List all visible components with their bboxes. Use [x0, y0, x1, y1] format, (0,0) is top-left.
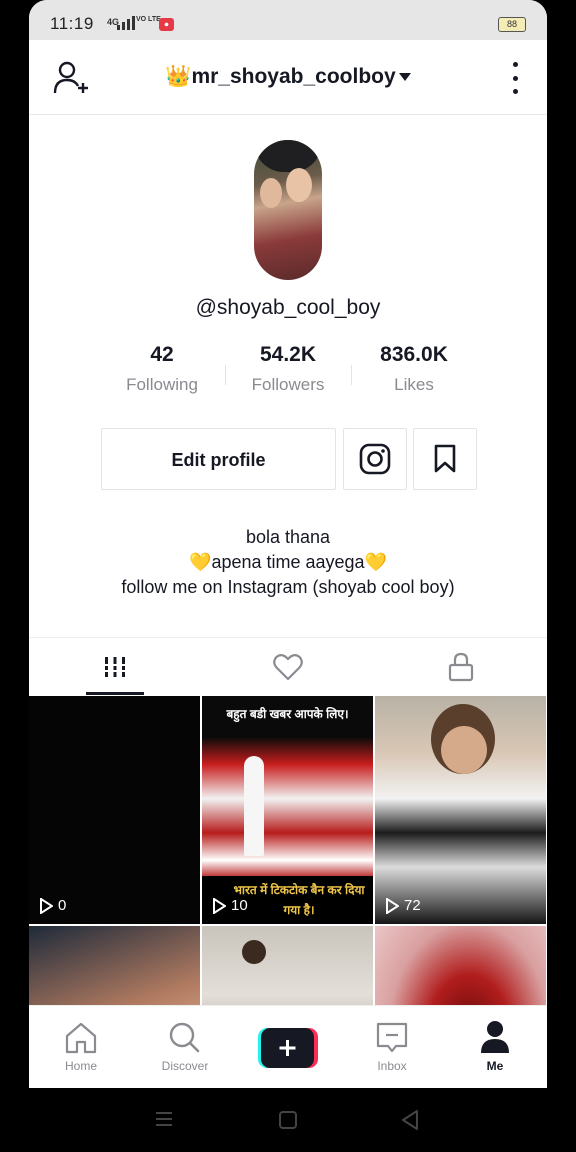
- stat-label: Followers: [251, 375, 325, 394]
- status-time: 11:19: [50, 14, 94, 33]
- nav-discover[interactable]: Discover: [133, 1006, 237, 1088]
- username-switcher[interactable]: 👑mr_shoyab_coolboy: [29, 65, 547, 89]
- nav-label: Me: [486, 1059, 504, 1073]
- inbox-icon: [376, 1022, 408, 1053]
- create-button[interactable]: [258, 1028, 318, 1068]
- profile-header: 👑mr_shoyab_coolboy: [29, 40, 547, 115]
- stat-followers[interactable]: 54.2K Followers: [225, 343, 351, 395]
- video-grid: 0 बहुत बडी खबर आपके लिए। भारत में टिकटोक…: [29, 696, 547, 1006]
- volte-label: VO LTE: [136, 16, 161, 23]
- video-thumbnail[interactable]: [29, 926, 200, 1006]
- heart-emoji: 💛: [189, 552, 212, 572]
- play-icon: [386, 897, 399, 914]
- play-icon: [40, 897, 53, 914]
- bookmark-icon: [434, 444, 456, 473]
- play-icon: [213, 897, 226, 914]
- heart-outline-icon: [273, 654, 303, 681]
- grid-icon: [105, 657, 125, 677]
- video-thumbnail[interactable]: बहुत बडी खबर आपके लिए। भारत में टिकटोक ब…: [202, 696, 373, 924]
- instagram-button[interactable]: [343, 428, 407, 490]
- avatar[interactable]: [254, 140, 322, 280]
- back-icon[interactable]: [400, 1109, 420, 1131]
- bio-line: bola thana: [245, 527, 331, 547]
- instagram-icon: [359, 443, 391, 475]
- stat-label: Following: [126, 375, 198, 394]
- video-thumbnail[interactable]: [202, 926, 373, 1006]
- active-tab-indicator: [86, 692, 144, 695]
- stat-label: Likes: [394, 375, 434, 394]
- caret-down-icon: [398, 73, 411, 82]
- thumbnail-caption: बहुत बडी खबर आपके लिए।: [226, 707, 349, 721]
- square-home-icon[interactable]: [278, 1110, 298, 1130]
- video-thumbnail[interactable]: 72: [375, 696, 546, 924]
- tab-liked[interactable]: [202, 638, 374, 696]
- view-count-value: 72: [404, 897, 421, 914]
- crown-emoji: 👑: [165, 65, 192, 88]
- view-count-value: 10: [231, 897, 248, 914]
- status-bar: 11:19 4G VO LTE ⏺ 88: [29, 0, 547, 40]
- view-count-value: 0: [58, 897, 67, 914]
- phone-screen: 11:19 4G VO LTE ⏺ 88 👑mr_shoyab_coolboy …: [29, 0, 547, 1088]
- thumbnail-subject: [242, 940, 266, 964]
- favorites-button[interactable]: [413, 428, 477, 490]
- view-count: 72: [385, 897, 421, 914]
- stat-value: 42: [150, 343, 174, 366]
- content-tabs: [29, 637, 547, 696]
- bio-line: 💛apena time aayega💛: [29, 550, 547, 575]
- nav-me[interactable]: Me: [443, 1006, 547, 1088]
- nav-label: Discover: [161, 1059, 209, 1073]
- screen-record-icon: ⏺: [159, 18, 174, 31]
- profile-stats: 42 Following 54.2K Followers 836.0K Like…: [99, 343, 479, 403]
- video-thumbnail[interactable]: [375, 926, 546, 1006]
- more-options-icon[interactable]: [511, 62, 519, 94]
- edit-profile-button[interactable]: Edit profile: [101, 428, 336, 490]
- view-count: 0: [39, 897, 66, 914]
- news-anchor: [244, 756, 264, 856]
- home-icon: [65, 1022, 97, 1054]
- nav-home[interactable]: Home: [29, 1006, 133, 1088]
- header-username: mr_shoyab_coolboy: [191, 65, 396, 88]
- search-icon: [169, 1022, 200, 1053]
- heart-emoji: 💛: [364, 552, 387, 572]
- bio-text: apena time aayega: [211, 552, 365, 572]
- person-icon: [481, 1021, 509, 1053]
- stat-following[interactable]: 42 Following: [99, 343, 225, 395]
- bottom-navigation: Home Discover Inbox Me: [29, 1005, 547, 1088]
- video-thumbnail[interactable]: 0: [29, 696, 200, 924]
- stat-value: 836.0K: [380, 343, 448, 366]
- stat-likes[interactable]: 836.0K Likes: [351, 343, 477, 395]
- system-navigation-bar: [0, 1088, 576, 1152]
- nav-inbox[interactable]: Inbox: [340, 1006, 444, 1088]
- battery-indicator: 88: [498, 17, 526, 32]
- profile-bio: bola thana 💛apena time aayega💛 follow me…: [29, 525, 547, 600]
- profile-handle: @shoyab_cool_boy: [195, 296, 381, 319]
- nav-label: Inbox: [377, 1059, 407, 1073]
- menu-icon[interactable]: [154, 1110, 174, 1128]
- thumbnail-subject: [441, 726, 487, 774]
- lock-icon: [448, 652, 474, 682]
- view-count: 10: [212, 897, 248, 914]
- tab-videos[interactable]: [29, 638, 201, 696]
- nav-label: Home: [64, 1059, 97, 1073]
- bio-line: follow me on Instagram (shoyab cool boy): [121, 577, 455, 597]
- tab-private[interactable]: [375, 638, 547, 696]
- signal-icon: [117, 16, 135, 30]
- stat-value: 54.2K: [259, 343, 317, 366]
